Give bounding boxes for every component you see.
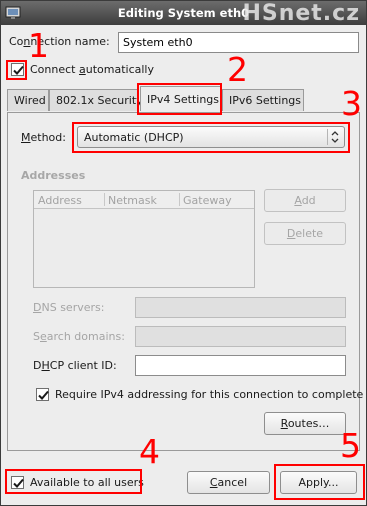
addresses-heading: Addresses: [21, 169, 86, 182]
edit-connection-window: Editing System eth0 HSnet.cz Connection …: [0, 0, 367, 506]
annotation-number-5: 5: [340, 426, 361, 465]
dns-servers-input[interactable]: [135, 297, 346, 318]
annotation-highlight-method: [72, 122, 350, 153]
annotation-highlight-connect-auto: [6, 60, 27, 80]
column-separator: [179, 193, 180, 206]
add-address-button[interactable]: Add: [264, 189, 346, 212]
checkmark-icon: [38, 390, 49, 400]
column-separator: [104, 193, 105, 206]
addresses-table-header: Address Netmask Gateway: [34, 191, 254, 209]
dhcp-client-id-label: DHCP client ID:: [33, 359, 117, 372]
routes-button[interactable]: Routes…: [264, 412, 346, 435]
annotation-number-1: 1: [28, 26, 49, 65]
method-label: Method:: [21, 131, 66, 144]
connection-name-label: Connection name:: [9, 35, 110, 48]
annotation-number-2: 2: [227, 50, 248, 89]
dhcp-client-id-input[interactable]: [135, 355, 346, 376]
title-bar[interactable]: Editing System eth0 HSnet.cz: [1, 1, 366, 26]
tab-8021x-security[interactable]: 802.1x Security: [49, 89, 143, 111]
search-domains-label: Search domains:: [33, 330, 125, 343]
delete-address-button[interactable]: Delete: [264, 222, 346, 245]
annotation-highlight-apply: [274, 464, 365, 500]
annotation-number-4: 4: [139, 432, 160, 471]
require-ipv4-label[interactable]: Require IPv4 addressing for this connect…: [55, 388, 363, 401]
column-header-netmask: Netmask: [108, 194, 157, 207]
addresses-table[interactable]: Address Netmask Gateway: [33, 190, 255, 288]
annotation-number-3: 3: [341, 84, 362, 123]
column-header-address: Address: [38, 194, 82, 207]
require-ipv4-checkbox[interactable]: [36, 388, 49, 401]
search-domains-input[interactable]: [135, 326, 346, 347]
tab-wired[interactable]: Wired: [7, 89, 49, 111]
watermark-logo: HSnet.cz: [242, 1, 360, 26]
dns-servers-label: DNS servers:: [33, 301, 105, 314]
column-header-gateway: Gateway: [183, 194, 232, 207]
cancel-button[interactable]: Cancel: [187, 471, 270, 494]
annotation-highlight-ipv4-tab: [137, 83, 222, 115]
tab-ipv6-settings[interactable]: IPv6 Settings: [222, 89, 304, 111]
annotation-highlight-available-users: [5, 469, 142, 494]
